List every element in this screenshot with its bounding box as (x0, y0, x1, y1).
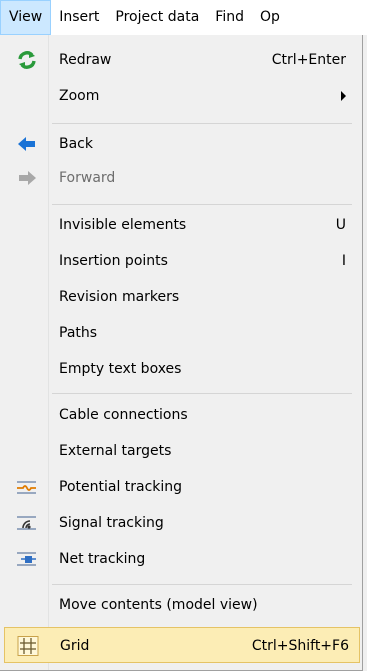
external-targets-label: External targets (59, 443, 172, 459)
insertion-points-label: Insertion points (59, 253, 168, 269)
menu-find[interactable]: Find (207, 0, 252, 35)
menu-separator (52, 204, 352, 205)
refresh-icon (16, 50, 38, 70)
insertion-points-shortcut: I (341, 253, 346, 269)
menu-item-redraw[interactable]: Redraw Ctrl+Enter (0, 42, 360, 78)
menu-item-net-tracking[interactable]: Net tracking (0, 541, 360, 577)
menu-item-paths[interactable]: Paths (0, 315, 360, 351)
redraw-label: Redraw (59, 52, 112, 68)
redraw-shortcut: Ctrl+Enter (271, 52, 346, 68)
signal-tracking-icon (16, 513, 38, 533)
cable-connections-label: Cable connections (59, 407, 188, 423)
signal-tracking-label: Signal tracking (59, 515, 164, 531)
menu-item-empty-text-boxes[interactable]: Empty text boxes (0, 351, 360, 387)
submenu-arrow-icon (341, 91, 346, 101)
menu-item-move-contents[interactable]: Move contents (model view) (0, 587, 360, 623)
menu-bar: View Insert Project data Find Op (0, 0, 367, 35)
menu-separator (52, 584, 352, 585)
view-dropdown-menu: Redraw Ctrl+Enter Zoom Back Forward Invi… (0, 35, 363, 671)
menu-item-grid[interactable]: Grid Ctrl+Shift+F6 (4, 627, 360, 663)
invisible-elements-shortcut: U (335, 217, 346, 233)
menu-separator (52, 393, 352, 394)
potential-tracking-icon (16, 477, 38, 497)
menu-item-potential-tracking[interactable]: Potential tracking (0, 469, 360, 505)
zoom-label: Zoom (59, 88, 100, 104)
menu-item-insertion-points[interactable]: Insertion points I (0, 243, 360, 279)
menu-item-signal-tracking[interactable]: Signal tracking (0, 505, 360, 541)
back-arrow-icon (16, 134, 38, 154)
potential-tracking-label: Potential tracking (59, 479, 183, 495)
back-label: Back (59, 136, 93, 152)
grid-label: Grid (60, 638, 90, 654)
grid-shortcut: Ctrl+Shift+F6 (251, 638, 349, 654)
menu-view[interactable]: View (0, 0, 52, 35)
menu-item-cable-connections[interactable]: Cable connections (0, 397, 360, 433)
revision-markers-label: Revision markers (59, 289, 180, 305)
grid-icon (17, 636, 39, 656)
menu-options[interactable]: Op (252, 0, 288, 35)
forward-arrow-icon (16, 168, 38, 188)
menu-item-zoom[interactable]: Zoom (0, 78, 360, 114)
forward-label: Forward (59, 170, 116, 186)
invisible-elements-label: Invisible elements (59, 217, 187, 233)
paths-label: Paths (59, 325, 98, 341)
empty-text-boxes-label: Empty text boxes (59, 361, 182, 377)
menu-item-forward[interactable]: Forward (0, 160, 360, 196)
menu-project-data[interactable]: Project data (107, 0, 207, 35)
menu-insert[interactable]: Insert (51, 0, 107, 35)
net-tracking-label: Net tracking (59, 551, 146, 567)
menu-item-external-targets[interactable]: External targets (0, 433, 360, 469)
menu-separator (52, 123, 352, 124)
menu-item-invisible-elements[interactable]: Invisible elements U (0, 207, 360, 243)
menu-item-revision-markers[interactable]: Revision markers (0, 279, 360, 315)
menu-item-back[interactable]: Back (0, 126, 360, 162)
net-tracking-icon (16, 549, 38, 569)
move-contents-label: Move contents (model view) (59, 597, 258, 613)
